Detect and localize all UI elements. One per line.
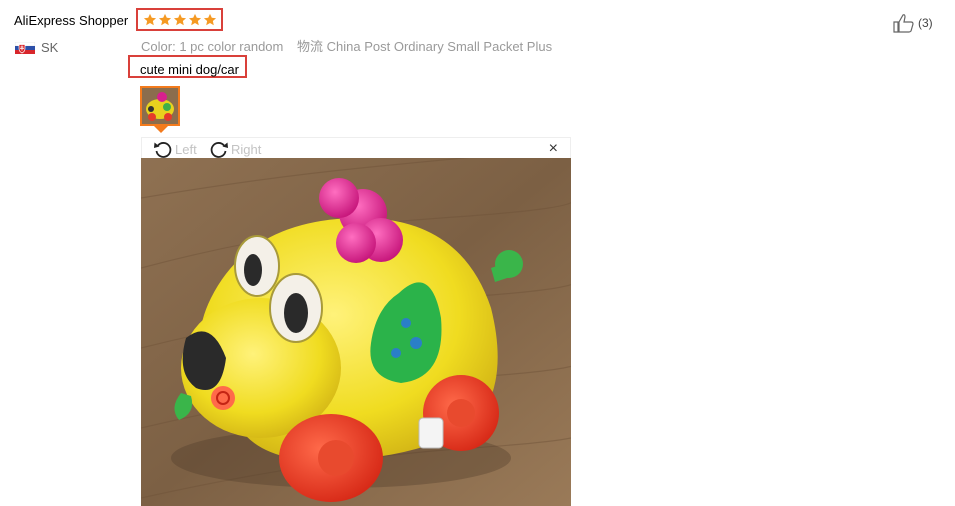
toy-dog-car-thumbnail-image (142, 88, 178, 124)
rotate-right-button[interactable]: Right (208, 139, 261, 159)
star-icon (188, 13, 201, 25)
thumbnail-pointer (154, 126, 168, 133)
logistics-value: China Post Ordinary Small Packet Plus (326, 39, 553, 54)
star-icon (173, 13, 186, 25)
rotate-left-button[interactable]: Left (152, 139, 197, 159)
country-code: SK (41, 40, 59, 55)
reviewer-name: AliExpress Shopper (14, 13, 129, 28)
review-photo-large (141, 158, 571, 506)
review-comment: cute mini dog/car (128, 55, 247, 78)
slovakia-flag-icon (15, 41, 35, 54)
review-photo-thumbnail[interactable] (140, 86, 180, 126)
toy-dog-car-image (141, 158, 571, 506)
helpful-like-button[interactable]: (3) (892, 12, 933, 34)
star-icon (158, 13, 171, 25)
rotate-right-icon (210, 142, 228, 158)
star-icon (143, 13, 156, 25)
rotate-left-icon (154, 142, 172, 158)
star-rating (136, 8, 223, 31)
color-label: Color: (141, 39, 176, 54)
star-icon (203, 13, 216, 25)
like-count: (3) (918, 16, 933, 30)
thumbs-up-icon (893, 14, 914, 33)
image-viewer-toolbar: Left Right × (141, 137, 571, 158)
review-attributes: Color: 1 pc color random 物流 China Post O… (141, 36, 552, 55)
color-value: 1 pc color random (179, 39, 284, 54)
rotate-right-label: Right (231, 141, 262, 157)
logistics-label: 物流 (297, 39, 324, 54)
close-icon[interactable]: × (549, 139, 558, 159)
reviewer-country: SK (15, 40, 58, 55)
rotate-left-label: Left (175, 141, 197, 157)
